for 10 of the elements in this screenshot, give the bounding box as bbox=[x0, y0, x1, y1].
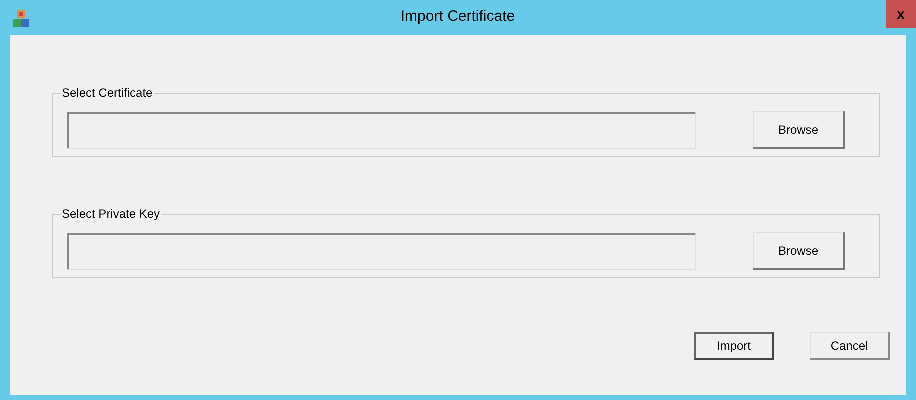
path-field[interactable] bbox=[67, 232, 696, 270]
app-icon bbox=[13, 9, 29, 27]
window-title: Import Certificate bbox=[400, 7, 516, 28]
dialog-button[interactable]: Import bbox=[694, 332, 774, 360]
close-button[interactable]: x bbox=[886, 0, 916, 28]
path-field[interactable] bbox=[67, 112, 696, 148]
browse-button[interactable]: Browse bbox=[753, 111, 845, 149]
group-label: Select Private Key bbox=[61, 206, 162, 222]
dialog-button[interactable]: Cancel bbox=[810, 332, 890, 360]
browse-button[interactable]: Browse bbox=[753, 232, 845, 270]
